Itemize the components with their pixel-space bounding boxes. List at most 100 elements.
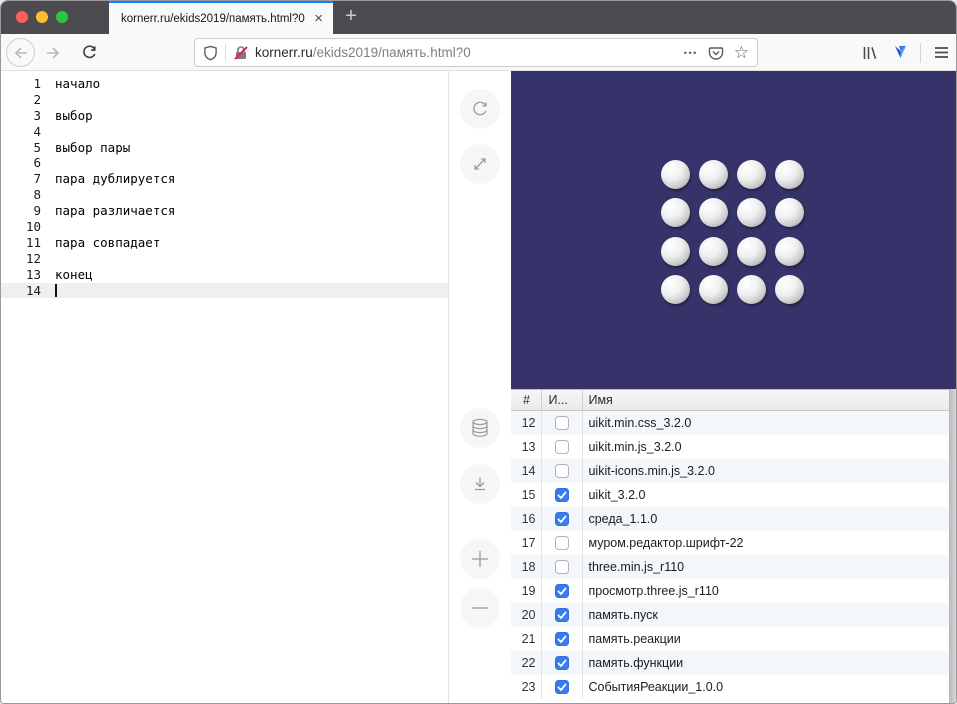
row-checkbox[interactable] [555,416,569,430]
row-checkbox[interactable] [555,632,569,646]
shield-icon[interactable] [203,45,218,61]
pocket-icon[interactable] [708,45,724,61]
editor-line[interactable]: 3выбор [1,108,448,124]
row-checkbox[interactable] [555,512,569,526]
header-used[interactable]: И... [542,390,583,410]
editor-line[interactable]: 9пара различается [1,203,448,219]
download-button[interactable] [460,464,500,504]
table-row[interactable]: 17муром.редактор.шрифт-22 [511,531,956,555]
editor-line[interactable]: 1начало [1,76,448,92]
row-name: муром.редактор.шрифт-22 [583,536,956,550]
row-checkbox-cell [542,651,583,675]
zoom-window-button[interactable] [56,11,68,23]
remove-button[interactable] [460,588,500,628]
tab-close-icon[interactable]: × [312,11,325,26]
sphere[interactable] [661,237,690,266]
line-text: конец [55,267,93,283]
table-row[interactable]: 18three.min.js_r110 [511,555,956,579]
row-checkbox-cell [542,555,583,579]
table-row[interactable]: 21память.реакции [511,627,956,651]
table-row[interactable]: 23СобытияРеакции_1.0.0 [511,675,956,699]
line-number: 5 [1,140,41,156]
url-text[interactable]: kornerr.ru/ekids2019/память.html?0 [255,45,471,60]
refresh-button[interactable] [460,89,500,129]
table-row[interactable]: 13uikit.min.js_3.2.0 [511,435,956,459]
minimize-window-button[interactable] [36,11,48,23]
row-number: 18 [511,555,542,579]
active-tab[interactable]: kornerr.ru/ekids2019/память.html?0 × [109,1,333,34]
table-row[interactable]: 14uikit-icons.min.js_3.2.0 [511,459,956,483]
editor-line[interactable]: 6 [1,155,448,171]
editor-line[interactable]: 5выбор пары [1,140,448,156]
extension-v-icon[interactable] [885,45,915,60]
row-checkbox[interactable] [555,608,569,622]
row-checkbox[interactable] [555,584,569,598]
editor-line[interactable]: 13конец [1,267,448,283]
table-row[interactable]: 22память.функции [511,651,956,675]
sphere[interactable] [661,275,690,304]
sphere[interactable] [661,198,690,227]
library-icon[interactable] [855,45,885,61]
sphere[interactable] [699,275,728,304]
sphere[interactable] [775,237,804,266]
sphere[interactable] [737,275,766,304]
download-icon [471,475,489,493]
header-name[interactable]: Имя [583,390,956,410]
table-row[interactable]: 19просмотр.three.js_r110 [511,579,956,603]
editor-line[interactable]: 12 [1,251,448,267]
page-actions-icon[interactable]: ••• [684,48,698,58]
header-number[interactable]: # [511,390,542,410]
row-checkbox[interactable] [555,680,569,694]
sphere[interactable] [699,160,728,189]
sphere[interactable] [737,237,766,266]
row-checkbox[interactable] [555,464,569,478]
database-button[interactable] [460,408,500,448]
add-button[interactable] [460,539,500,579]
sphere[interactable] [775,160,804,189]
reload-button[interactable] [77,38,101,67]
sphere[interactable] [775,198,804,227]
sphere[interactable] [699,237,728,266]
line-text: пара совпадает [55,235,160,251]
editor-line[interactable]: 10 [1,219,448,235]
editor-line[interactable]: 11пара совпадает [1,235,448,251]
sphere[interactable] [737,198,766,227]
row-checkbox-cell [542,459,583,483]
sphere[interactable] [699,198,728,227]
menu-icon[interactable] [926,46,956,59]
url-bar[interactable]: kornerr.ru/ekids2019/память.html?0 ••• ☆ [194,38,758,67]
line-number: 14 [1,283,41,299]
row-number: 19 [511,579,542,603]
3d-viewport[interactable] [511,71,956,389]
editor-line[interactable]: 8 [1,187,448,203]
row-checkbox[interactable] [555,488,569,502]
editor-line[interactable]: 4 [1,124,448,140]
table-row[interactable]: 15uikit_3.2.0 [511,483,956,507]
sphere[interactable] [737,160,766,189]
editor-line[interactable]: 14 [1,283,448,299]
editor-line[interactable]: 2 [1,92,448,108]
forward-button[interactable] [41,38,65,67]
insecure-lock-icon[interactable] [233,45,249,61]
row-checkbox-cell [542,579,583,603]
row-checkbox[interactable] [555,536,569,550]
table-row[interactable]: 12uikit.min.css_3.2.0 [511,411,956,435]
sphere[interactable] [661,160,690,189]
row-checkbox[interactable] [555,656,569,670]
sphere[interactable] [775,275,804,304]
close-window-button[interactable] [16,11,28,23]
new-tab-button[interactable]: + [337,1,365,34]
expand-button[interactable] [460,144,500,184]
checkmark-icon [557,659,567,668]
back-button[interactable] [6,38,35,67]
bookmark-star-icon[interactable]: ☆ [734,43,749,63]
row-checkbox[interactable] [555,560,569,574]
toolbar-separator [920,43,921,63]
row-checkbox[interactable] [555,440,569,454]
row-checkbox-cell [542,603,583,627]
table-scrollbar[interactable] [949,389,956,704]
table-row[interactable]: 20память.пуск [511,603,956,627]
code-editor[interactable]: 1начало23выбор45выбор пары67пара дублиру… [1,71,449,704]
table-row[interactable]: 16среда_1.1.0 [511,507,956,531]
editor-line[interactable]: 7пара дублируется [1,171,448,187]
